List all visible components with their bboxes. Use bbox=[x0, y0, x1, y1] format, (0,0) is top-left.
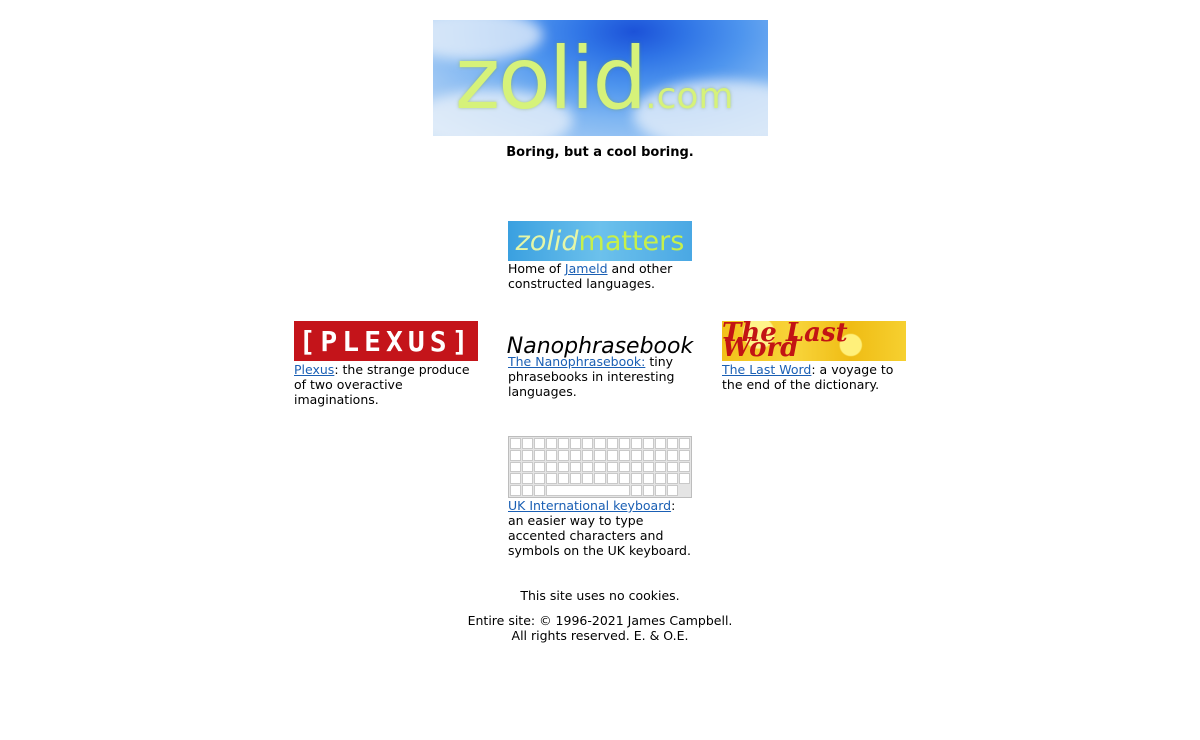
jameld-link[interactable]: Jameld bbox=[565, 261, 608, 276]
plexus-logo[interactable]: [PLEXUS] bbox=[294, 321, 478, 361]
nanophrasebook-link[interactable]: The Nanophrasebook: bbox=[508, 354, 645, 369]
logo-text: zolid bbox=[455, 29, 647, 129]
copyright-line2: All rights reserved. E. & O.E. bbox=[511, 628, 689, 643]
zolid-logo-banner: zolid.com bbox=[433, 20, 768, 136]
lastword-link[interactable]: The Last Word bbox=[722, 362, 811, 377]
tile-nanophrasebook: Nanophrasebook The Nanophrasebook: tiny … bbox=[507, 321, 693, 400]
keyboard-link[interactable]: UK International keyboard bbox=[508, 498, 671, 513]
copyright-line1: Entire site: © 1996-2021 James Campbell. bbox=[467, 613, 733, 628]
nanophrasebook-description: The Nanophrasebook: tiny phrasebooks in … bbox=[508, 354, 692, 399]
tile-lastword: The Last Word The Last Word: a voyage to… bbox=[722, 320, 906, 392]
tagline: Boring, but a cool boring. bbox=[506, 145, 694, 160]
zolidmatters-description: Home of Jameld and other constructed lan… bbox=[508, 261, 692, 291]
nanophrasebook-logo[interactable]: Nanophrasebook bbox=[507, 321, 693, 358]
lastword-logo[interactable]: The Last Word bbox=[722, 320, 906, 361]
copyright: Entire site: © 1996-2021 James Campbell.… bbox=[0, 613, 1200, 643]
keyboard-layout-image[interactable] bbox=[508, 436, 692, 498]
zolidmatters-logo-part2: matters bbox=[578, 225, 685, 257]
plexus-link[interactable]: Plexus bbox=[294, 362, 334, 377]
logo-suffix: .com bbox=[645, 76, 734, 117]
cookies-notice: This site uses no cookies. bbox=[520, 588, 680, 603]
tile-zolidmatters: zolid matters Home of Jameld and other co… bbox=[508, 221, 692, 291]
lastword-description: The Last Word: a voyage to the end of th… bbox=[722, 362, 906, 392]
plexus-description: Plexus: the strange produce of two overa… bbox=[294, 362, 478, 407]
tile-keyboard: UK International keyboard: an easier way… bbox=[508, 436, 692, 558]
zolid-logo: zolid.com bbox=[455, 36, 733, 122]
tile-plexus: [PLEXUS] Plexus: the strange produce of … bbox=[294, 321, 478, 407]
keyboard-description: UK International keyboard: an easier way… bbox=[508, 498, 692, 558]
zolidmatters-logo[interactable]: zolid matters bbox=[508, 221, 692, 261]
zolidmatters-logo-part1: zolid bbox=[515, 225, 579, 257]
zolidmatters-desc-before: Home of bbox=[508, 261, 565, 276]
